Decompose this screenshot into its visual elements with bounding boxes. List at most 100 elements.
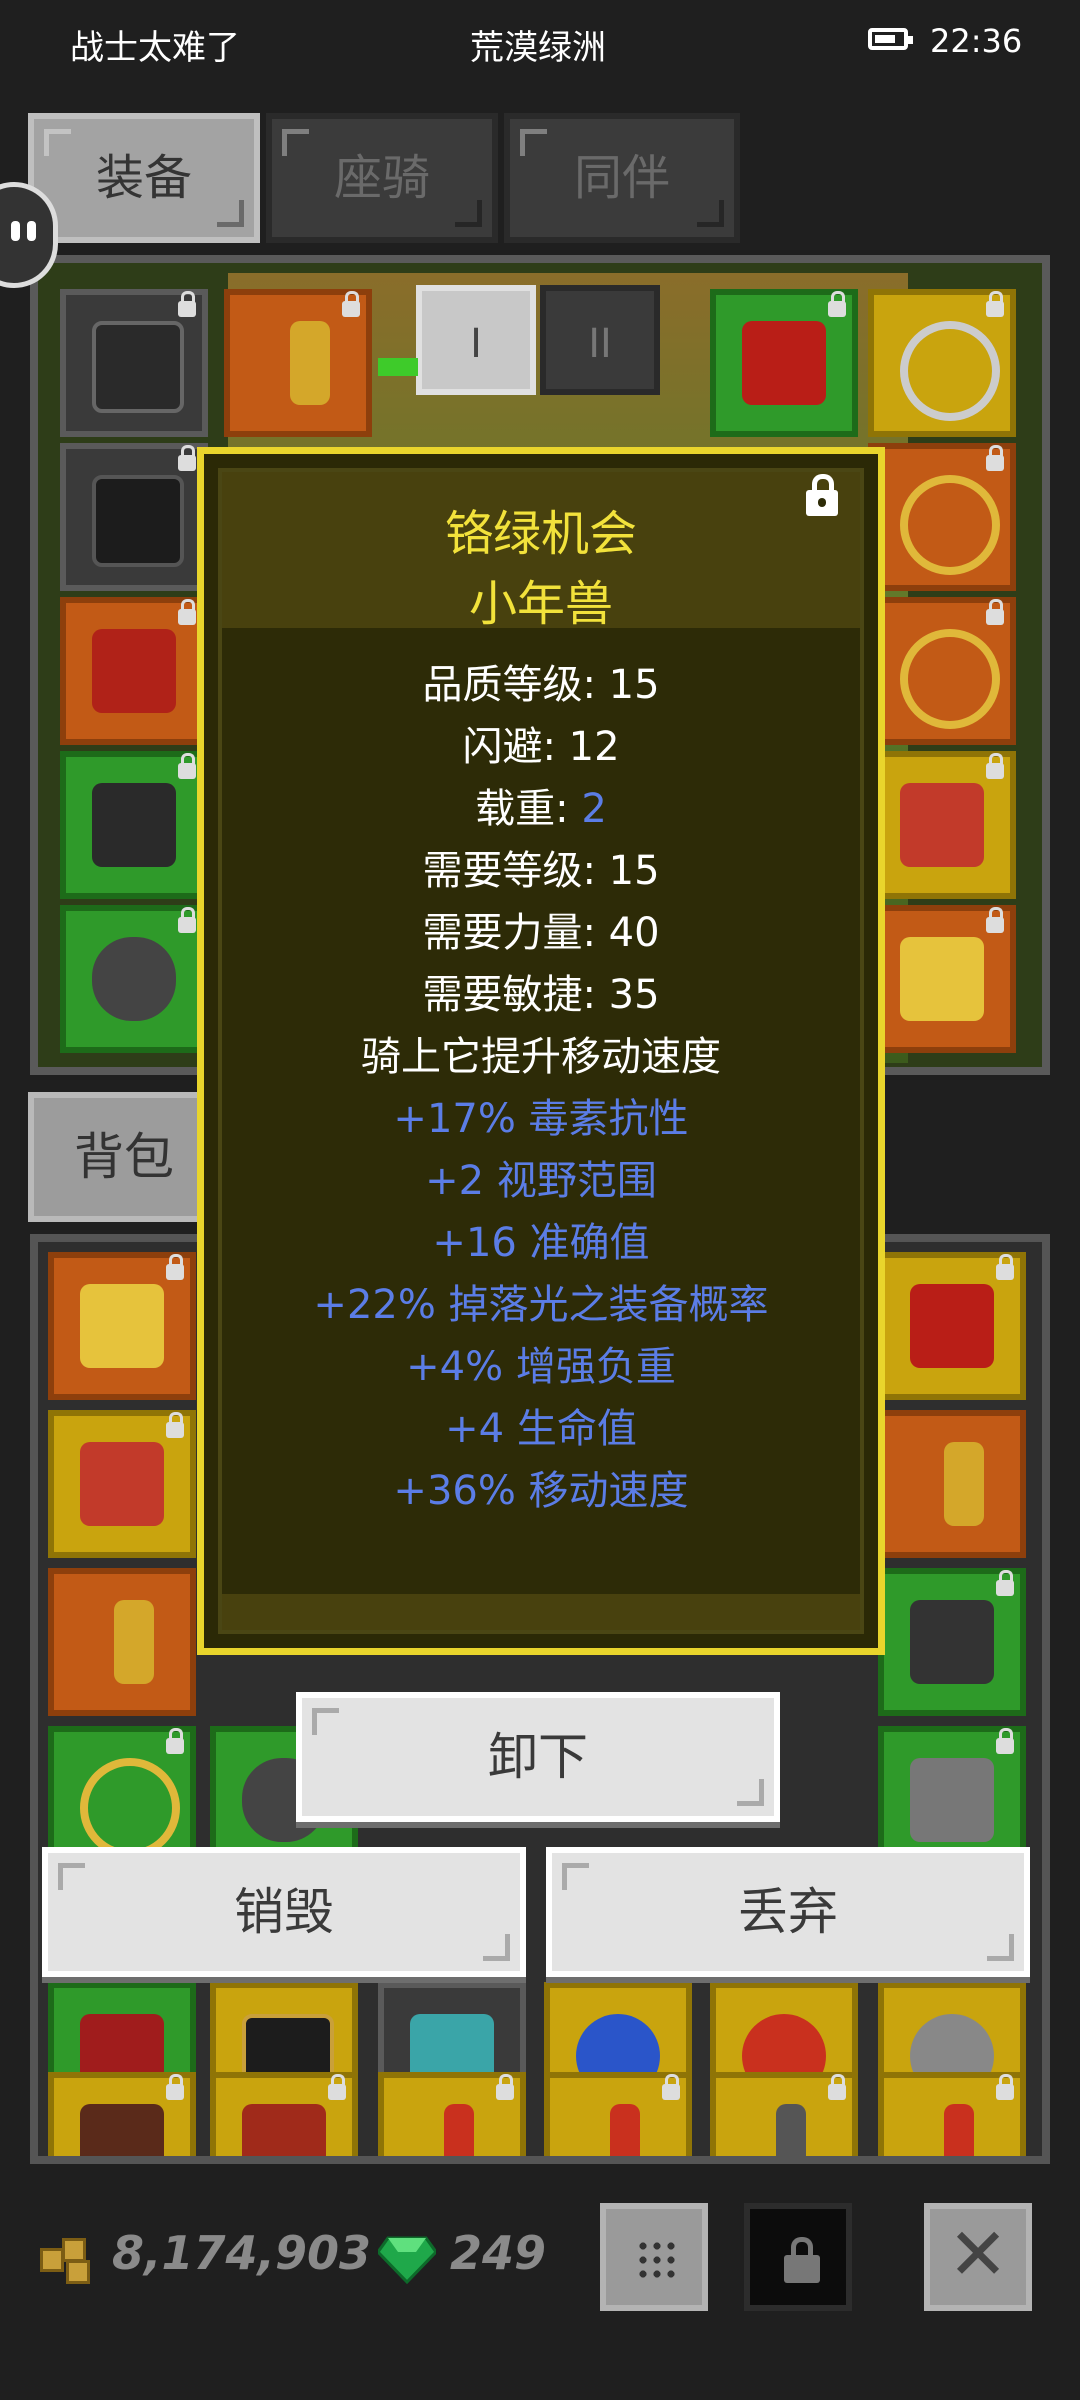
discard-label: 丢弃 [738, 1883, 838, 1941]
cape-icon [910, 1284, 994, 1368]
armor-icon [92, 321, 184, 413]
lock-icon [166, 1412, 184, 1438]
tab-companion-label: 同伴 [573, 150, 670, 206]
inventory-grid-button[interactable] [600, 2203, 708, 2311]
unequip-button[interactable]: 卸下 [296, 1692, 780, 1822]
status-left-text: 战士太难了 [70, 28, 240, 68]
equip-slot-weapon[interactable] [224, 289, 372, 437]
destroy-button[interactable]: 销毁 [42, 1847, 526, 1977]
cape-icon [742, 321, 826, 405]
lock-icon [328, 2074, 346, 2100]
grid-icon [636, 2239, 678, 2281]
lock-icon [986, 907, 1004, 933]
close-icon: ✕ [947, 2212, 1009, 2296]
lock-icon [986, 599, 1004, 625]
stat-req-level: 需要等级: 15 [422, 848, 660, 894]
health-bar [378, 358, 418, 376]
sword-icon [114, 1600, 154, 1684]
lock-icon [166, 1254, 184, 1280]
wand-icon [444, 2104, 474, 2156]
lock-icon [996, 1254, 1014, 1280]
equip-slot-chest[interactable] [868, 905, 1016, 1053]
status-center-text: 荒漠绿洲 [470, 28, 606, 68]
belt-icon [92, 937, 176, 1021]
lock-icon [784, 2237, 820, 2283]
hat-icon [242, 2104, 326, 2156]
bag-slot[interactable] [48, 1568, 196, 1716]
bag-slot[interactable] [544, 2072, 692, 2156]
bag-slot[interactable] [378, 2072, 526, 2156]
equip-slot-helmet[interactable] [60, 443, 208, 591]
page-2-button[interactable]: II [540, 285, 660, 395]
tab-equipment[interactable]: 装备 [28, 113, 260, 243]
gold-coins-icon [40, 2238, 100, 2288]
equip-slot-boots[interactable] [60, 751, 208, 899]
lock-icon [986, 753, 1004, 779]
bag-slot[interactable] [878, 2072, 1026, 2156]
crossed-swords-icon [776, 2104, 806, 2156]
battery-icon [868, 28, 913, 50]
spellbook-icon [900, 783, 984, 867]
lock-toggle-button[interactable] [744, 2203, 852, 2311]
lock-icon [178, 753, 196, 779]
lock-icon [986, 291, 1004, 317]
stat-weight-value: 2 [581, 786, 607, 832]
status-time: 22:36 [930, 22, 1023, 60]
status-bar: 战士太难了 荒漠绿洲 22:36 [0, 0, 1080, 90]
stat-drop-rate: +22% 掉落光之装备概率 [313, 1282, 769, 1328]
lock-icon [166, 1728, 184, 1754]
equip-slot-book[interactable] [868, 751, 1016, 899]
stat-accuracy: +16 准确值 [432, 1220, 650, 1266]
bag-slot[interactable] [878, 1410, 1026, 1558]
lock-icon [662, 2074, 680, 2100]
chest-armor-icon [900, 937, 984, 1021]
item-tooltip: 铬绿机会 小年兽 品质等级: 15 闪避: 12 载重: 2 需要等级: 15 … [197, 447, 885, 1655]
stat-weight-label: 载重: [475, 786, 582, 832]
gloves-icon [92, 629, 176, 713]
lock-icon [996, 1728, 1014, 1754]
stat-carry-weight: +4% 增强负重 [406, 1344, 676, 1390]
boots-icon [92, 783, 176, 867]
tab-mount[interactable]: 座骑 [266, 113, 498, 243]
bag-slot[interactable] [878, 1568, 1026, 1716]
amulet-icon [900, 321, 1000, 421]
helmet-icon [92, 475, 184, 567]
bag-slot[interactable] [48, 2072, 196, 2156]
equip-slot-ring-1[interactable] [868, 443, 1016, 591]
tab-mount-label: 座骑 [333, 150, 430, 206]
bag-slot[interactable] [48, 1252, 196, 1400]
staff-icon [944, 2104, 974, 2156]
stat-quality: 品质等级: 15 [422, 662, 660, 708]
close-button[interactable]: ✕ [924, 2203, 1032, 2311]
destroy-label: 销毁 [234, 1883, 334, 1941]
stat-req-agility: 需要敏捷: 35 [422, 972, 660, 1018]
lock-icon [178, 599, 196, 625]
bag-slot[interactable] [878, 1252, 1026, 1400]
item-name: 铬绿机会 [444, 506, 637, 562]
tooltip-footer [222, 1594, 860, 1630]
stat-health: +4 生命值 [445, 1406, 637, 1452]
tab-backpack-label: 背包 [74, 1128, 174, 1186]
unequip-label: 卸下 [488, 1728, 588, 1786]
lock-icon [828, 291, 846, 317]
equip-slot-cape[interactable] [710, 289, 858, 437]
page-1-button[interactable]: I [416, 285, 536, 395]
lock-icon [166, 2074, 184, 2100]
bag-slot[interactable] [710, 2072, 858, 2156]
equip-slot-ring-2[interactable] [868, 597, 1016, 745]
equip-slot-amulet[interactable] [868, 289, 1016, 437]
equip-slot-armor[interactable] [60, 289, 208, 437]
equip-slot-gloves[interactable] [60, 597, 208, 745]
bag-slot[interactable] [210, 2072, 358, 2156]
bag-slot[interactable] [48, 1410, 196, 1558]
bottom-bar [0, 2180, 1080, 2400]
boots-icon [80, 2104, 164, 2156]
tab-companion[interactable]: 同伴 [504, 113, 740, 243]
lock-icon [996, 1570, 1014, 1596]
equip-slot-belt[interactable] [60, 905, 208, 1053]
tab-equipment-label: 装备 [95, 150, 192, 206]
discard-button[interactable]: 丢弃 [546, 1847, 1030, 1977]
spellbook-icon [80, 1442, 164, 1526]
stat-weight: 载重: 2 [222, 776, 860, 834]
lock-icon [178, 291, 196, 317]
